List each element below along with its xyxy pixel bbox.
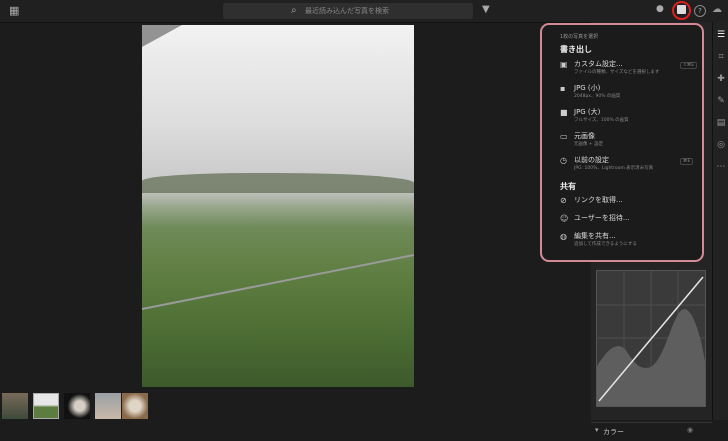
search-placeholder: 最近読み込んだ写真を検索: [305, 7, 389, 15]
export-custom-item[interactable]: ▣ カスタム設定... ファイルの種類、サイズなどを選択します ⇧⌘E: [560, 59, 700, 81]
visibility-icon[interactable]: ◉: [687, 426, 693, 434]
filmstrip-thumb[interactable]: [2, 393, 28, 419]
cloud-icon[interactable]: ☁: [712, 4, 722, 15]
notification-icon[interactable]: ●: [656, 4, 664, 14]
filmstrip-thumb[interactable]: [95, 393, 121, 419]
photo-overlay: [142, 25, 414, 310]
popup-title: 1枚の写真を選択: [560, 34, 599, 40]
filmstrip-thumb[interactable]: [64, 393, 90, 419]
item-label: ユーザーを招待...: [574, 214, 630, 222]
search-bar[interactable]: ⌕ 最近読み込んだ写真を検索: [223, 3, 473, 19]
share-edit-item[interactable]: ◍ 編集を共有... 追加して作成できるようにする: [560, 231, 700, 253]
export-heading: 書き出し: [560, 45, 592, 54]
main-photo: [142, 25, 414, 387]
search-icon: ⌕: [291, 5, 297, 16]
item-label: JPG (小): [574, 84, 601, 92]
color-section-label: カラー: [603, 428, 624, 436]
healing-icon[interactable]: ✚: [716, 74, 726, 84]
filmstrip-thumb[interactable]: [122, 393, 148, 419]
share-edit-icon: ◍: [560, 232, 567, 241]
share-icon: [677, 5, 686, 14]
export-share-popup: 1枚の写真を選択 書き出し ▣ カスタム設定... ファイルの種類、サイズなどを…: [540, 23, 704, 262]
linear-gradient-icon[interactable]: ▤: [716, 118, 726, 128]
help-icon[interactable]: ?: [694, 5, 706, 17]
jpg-small-icon: ▪: [560, 84, 566, 93]
export-jpg-large-item[interactable]: ■ JPG (大) フルサイズ、100% の画質: [560, 107, 700, 129]
history-icon: ◷: [560, 156, 567, 165]
more-icon[interactable]: ⋯: [716, 162, 726, 172]
item-label: 元画像: [574, 132, 595, 140]
edit-sliders-icon[interactable]: ☰: [716, 30, 726, 40]
top-bar: ▦ ⌕ 最近読み込んだ写真を検索 ▼ ● ? ☁: [0, 0, 728, 23]
chevron-down-icon: ▾: [595, 426, 599, 434]
grid-view-icon[interactable]: ▦: [9, 5, 20, 16]
filmstrip-thumb-selected[interactable]: [33, 393, 59, 419]
custom-export-icon: ▣: [560, 60, 568, 69]
share-button[interactable]: [672, 1, 691, 20]
shortcut-label: ⇧⌘E: [680, 62, 698, 69]
filter-icon[interactable]: ▼: [482, 4, 490, 15]
item-label: 以前の設定: [574, 156, 609, 164]
export-jpg-small-item[interactable]: ▪ JPG (小) 2048px、90% の画質: [560, 83, 700, 105]
color-section-header[interactable]: ▾ カラー ◉: [591, 422, 712, 441]
share-heading: 共有: [560, 182, 576, 191]
jpg-large-icon: ■: [560, 108, 568, 117]
link-icon: ⊘: [560, 196, 567, 205]
item-subtext: 2048px、90% の画質: [574, 94, 621, 99]
item-label: JPG (大): [574, 108, 601, 116]
item-label: リンクを取得...: [574, 196, 623, 204]
original-icon: ▭: [560, 132, 568, 141]
item-subtext: フルサイズ、100% の画質: [574, 118, 629, 123]
crop-icon[interactable]: ⌗: [716, 52, 726, 62]
tone-curve[interactable]: [596, 270, 706, 407]
tool-strip: ☰ ⌗ ✚ ✎ ▤ ◎ ⋯: [712, 22, 728, 420]
item-label: 編集を共有...: [574, 232, 616, 240]
item-subtext: 元画像 + 設定: [574, 142, 604, 147]
export-previous-item[interactable]: ◷ 以前の設定 JPG: 100%、Lightroom 表示済み写真 ⌘E: [560, 155, 700, 177]
item-subtext: JPG: 100%、Lightroom 表示済み写真: [574, 166, 654, 171]
item-label: カスタム設定...: [574, 60, 623, 68]
item-subtext: 追加して作成できるようにする: [574, 242, 637, 247]
radial-gradient-icon[interactable]: ◎: [716, 140, 726, 150]
item-subtext: ファイルの種類、サイズなどを選択します: [574, 70, 660, 75]
export-original-item[interactable]: ▭ 元画像 元画像 + 設定: [560, 131, 700, 153]
shortcut-label: ⌘E: [680, 158, 694, 165]
brush-icon[interactable]: ✎: [716, 96, 726, 106]
filmstrip: [0, 391, 150, 420]
invite-icon: ☺: [560, 214, 569, 223]
